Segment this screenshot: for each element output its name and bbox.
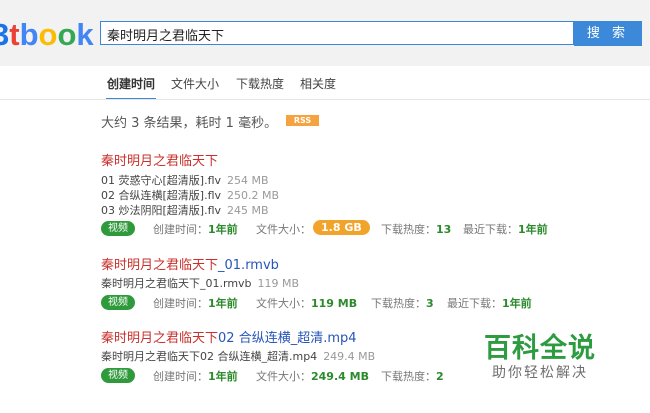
rss-icon[interactable]: RSS [286,115,319,126]
recent-value: 1年前 [502,297,532,310]
created-label: 创建时间： [153,297,208,310]
search-input[interactable]: 秦时明月之君临天下 [100,21,574,45]
recent-label: 最近下载： [447,297,502,310]
logo-letter: k [76,17,94,52]
hot-info: 下载热度：13 [381,221,451,237]
size-badge: 1.8 GB [313,220,370,235]
size-label: 文件大小： [256,370,311,383]
file-size: 119 MB [257,277,300,290]
search-button[interactable]: 搜 索 [574,21,642,46]
created-label: 创建时间： [153,223,208,236]
file-row: 01 荧惑守心[超清版].flv 254 MB [101,173,621,188]
created-value: 1年前 [208,370,238,383]
file-row: 03 炒法阴阳[超清版].flv 245 MB [101,203,621,218]
result-title-suffix: _01.rmvb [218,258,279,273]
recent-info: 最近下载：1年前 [447,295,532,311]
header: 3tbook 秦时明月之君临天下 搜 索 [0,0,650,66]
recent-info: 最近下载：1年前 [463,221,548,237]
logo-letter: o [57,17,77,52]
created-value: 1年前 [208,297,238,310]
created-label: 创建时间： [153,370,208,383]
tab-file-size[interactable]: 文件大小 [171,75,219,92]
created-info: 创建时间：1年前 [153,221,238,237]
recent-label: 最近下载： [463,223,518,236]
hot-label: 下载热度： [381,223,436,236]
result-item: 秦时明月之君临天下_01.rmvb 秦时明月之君临天下_01.rmvb 119 M… [101,254,621,312]
rss-label: RSS [293,116,312,125]
logo-letter: 3 [0,17,10,52]
size-value: 119 MB [311,297,358,310]
tab-relevance[interactable]: 相关度 [300,75,336,92]
result-meta: 视频 创建时间：1年前 文件大小： 1.8 GB 下载热度：13 最近下载：1年… [101,220,621,238]
file-row: 秦时明月之君临天下_01.rmvb 119 MB [101,276,621,291]
result-title[interactable]: 秦时明月之君临天下_01.rmvb [101,254,621,273]
sort-tabs: 创建时间 文件大小 下载热度 相关度 [0,75,650,97]
watermark-title: 百科全说 [484,333,596,364]
video-badge: 视频 [101,221,135,236]
result-title-text: 秦时明月之君临天下 [101,154,219,169]
logo-letter: o [38,17,58,52]
result-title-text: 秦时明月之君临天下 [101,331,219,346]
site-logo[interactable]: 3tbook [0,18,94,52]
file-size: 245 MB [227,204,269,217]
file-size: 250.2 MB [227,189,280,202]
logo-letter: t [9,17,20,52]
video-badge: 视频 [101,295,135,310]
result-item: 秦时明月之君临天下 01 荧惑守心[超清版].flv 254 MB 02 合纵连横… [101,150,621,238]
size-label: 文件大小： [256,297,311,310]
size-value: 249.4 MB [311,370,369,383]
result-meta: 视频 创建时间：1年前 文件大小：119 MB 下载热度：3 最近下载：1年前 [101,294,621,312]
file-name: 02 合纵连横[超清版].flv [101,189,222,202]
hot-label: 下载热度： [371,297,426,310]
size-info: 文件大小：249.4 MB [256,368,369,384]
hot-value: 2 [436,370,444,383]
created-info: 创建时间：1年前 [153,295,238,311]
watermark-subtitle: 助你轻松解决 [492,365,588,381]
result-title[interactable]: 秦时明月之君临天下 [101,150,621,169]
hot-info: 下载热度：2 [381,368,444,384]
tab-download-hot[interactable]: 下载热度 [236,75,284,92]
created-info: 创建时间：1年前 [153,368,238,384]
size-label: 文件大小： [256,223,311,236]
created-value: 1年前 [208,223,238,236]
result-title-suffix: 02 合纵连横_超清.mp4 [218,331,357,346]
file-name: 秦时明月之君临天下02 合纵连横_超清.mp4 [101,350,318,363]
file-name: 01 荧惑守心[超清版].flv [101,174,222,187]
search-query: 秦时明月之君临天下 [107,29,225,44]
file-size: 249.4 MB [323,350,376,363]
result-summary: 大约 3 条结果，耗时 1 毫秒。 [101,116,278,131]
logo-letter: b [19,17,39,52]
result-title-text: 秦时明月之君临天下 [101,258,219,273]
file-name: 03 炒法阴阳[超清版].flv [101,204,222,217]
hot-value: 3 [426,297,434,310]
recent-value: 1年前 [518,223,548,236]
file-size: 254 MB [227,174,269,187]
tabs-divider [0,99,650,100]
tab-created-time[interactable]: 创建时间 [107,75,155,92]
hot-info: 下载热度：3 [371,295,434,311]
hot-value: 13 [436,223,452,236]
size-info: 文件大小：119 MB [256,295,357,311]
video-badge: 视频 [101,368,135,383]
file-name: 秦时明月之君临天下_01.rmvb [101,277,252,290]
file-row: 02 合纵连横[超清版].flv 250.2 MB [101,188,621,203]
hot-label: 下载热度： [381,370,436,383]
